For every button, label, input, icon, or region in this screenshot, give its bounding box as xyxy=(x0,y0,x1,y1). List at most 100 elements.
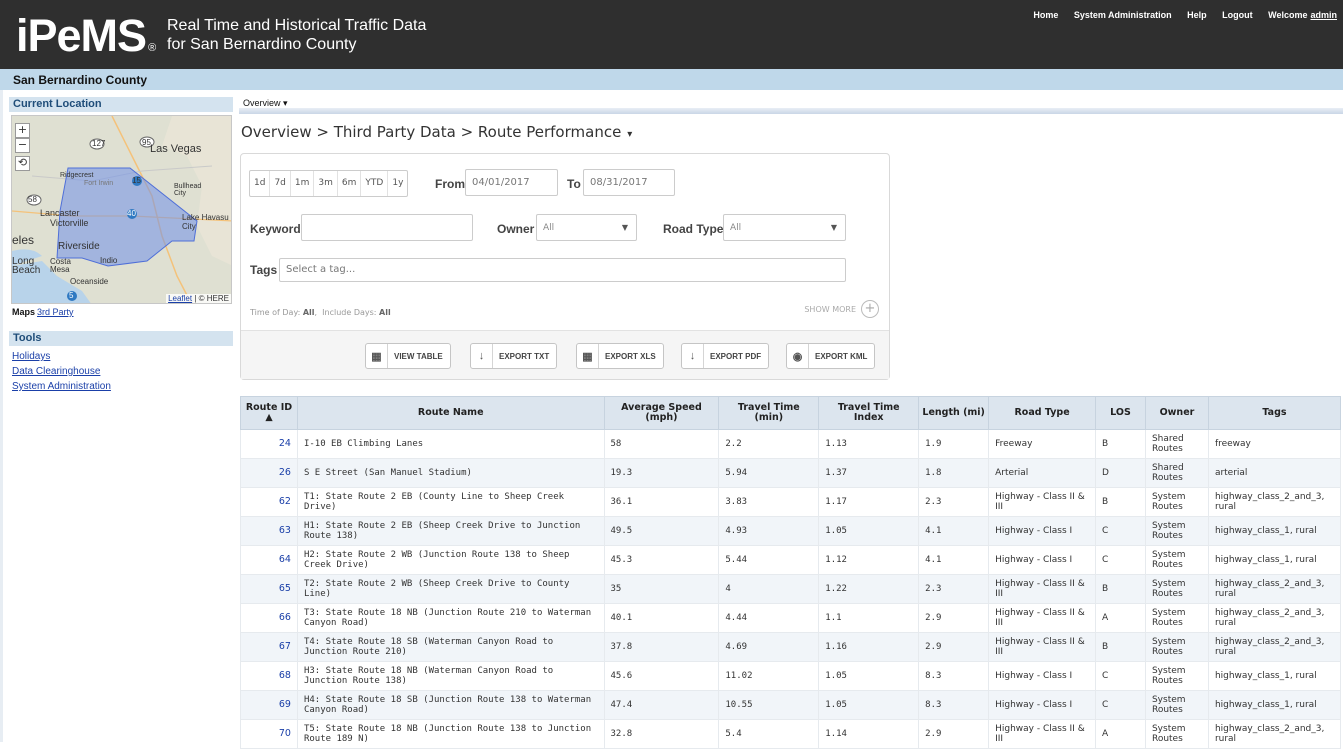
table-header-row: Route ID ▲ Route Name Average Speed (mph… xyxy=(240,396,1342,430)
county-title: San Bernardino County xyxy=(0,69,1343,90)
map-reset-icon[interactable]: ⟲ xyxy=(15,156,30,171)
table-row[interactable]: 66 T3: State Route 18 NB (Junction Route … xyxy=(240,603,1342,633)
table-row[interactable]: 24 I-10 EB Climbing Lanes 58 2.2 1.13 1.9 Free… xyxy=(240,429,1342,459)
column-header-route-id[interactable]: Route ID ▲ xyxy=(240,396,298,430)
sidebar: Current Location + − ⟲ 127 95 Las Vegas … xyxy=(0,90,238,742)
column-header-tags[interactable]: Tags xyxy=(1207,396,1342,430)
export-kml-button[interactable]: ◉ EXPORT KML xyxy=(786,343,876,369)
route-id-link[interactable]: 64 xyxy=(240,545,298,575)
time-filter-summary[interactable]: Time of Day: All, Include Days: All xyxy=(250,308,391,317)
table-cell-tt: 4.44 xyxy=(718,603,820,633)
table-row[interactable]: 26 S E Street (San Manuel Stadium) 19.3 5.9… xyxy=(240,458,1342,488)
table-cell-type: Highway - Class I xyxy=(988,661,1097,691)
table-cell-tti: 1.12 xyxy=(818,545,920,575)
table-cell-speed: 58 xyxy=(603,429,720,459)
keyword-label: Keyword xyxy=(250,222,301,236)
breadcrumb-caret-icon[interactable]: ▾ xyxy=(627,129,632,140)
route-id-link[interactable]: 68 xyxy=(240,661,298,691)
range-7d-button[interactable]: 7d xyxy=(270,171,291,196)
column-header-avg-speed[interactable]: Average Speed (mph) xyxy=(603,396,720,430)
location-map[interactable]: + − ⟲ 127 95 Las Vegas Ridgecrest Fort I… xyxy=(11,115,232,304)
route-id-link[interactable]: 69 xyxy=(240,690,298,720)
table-cell-owner: System Routes xyxy=(1144,632,1209,662)
range-1y-button[interactable]: 1y xyxy=(388,171,407,196)
site-tagline: Real Time and Historical Traffic Data fo… xyxy=(167,17,427,53)
tool-link-system-administration[interactable]: System Administration xyxy=(12,381,111,392)
tool-link-data-clearinghouse[interactable]: Data Clearinghouse xyxy=(12,366,100,377)
export-pdf-button[interactable]: ↓ EXPORT PDF xyxy=(681,343,770,369)
range-1m-button[interactable]: 1m xyxy=(291,171,315,196)
plus-icon: + xyxy=(861,300,879,318)
map-attribution: Leaflet | © HERE xyxy=(166,294,231,303)
table-cell-speed: 40.1 xyxy=(603,603,720,633)
welcome-text: Welcome xyxy=(1268,10,1308,20)
column-header-los[interactable]: LOS xyxy=(1095,396,1146,430)
table-cell-tti: 1.37 xyxy=(818,458,920,488)
table-cell-speed: 37.8 xyxy=(603,632,720,662)
table-row[interactable]: 67 T4: State Route 18 SB (Waterman Canyon… xyxy=(240,632,1342,662)
column-header-route-name[interactable]: Route Name xyxy=(296,396,605,430)
table-cell-name: S E Street (San Manuel Stadium) xyxy=(296,458,605,488)
table-row[interactable]: 68 H3: State Route 18 NB (Waterman Canyon… xyxy=(240,661,1342,691)
current-location-title: Current Location xyxy=(9,97,233,112)
nav-home-link[interactable]: Home xyxy=(1033,10,1058,20)
range-1d-button[interactable]: 1d xyxy=(250,171,271,196)
table-row[interactable]: 62 T1: State Route 2 EB (County Line to S… xyxy=(240,487,1342,517)
export-txt-button[interactable]: ↓ EXPORT TXT xyxy=(470,343,558,369)
table-cell-tti: 1.16 xyxy=(818,632,920,662)
route-id-link[interactable]: 65 xyxy=(240,574,298,604)
show-more-button[interactable]: SHOW MORE + xyxy=(804,300,879,318)
road-type-select[interactable]: All ▼ xyxy=(723,214,846,241)
route-id-link[interactable]: 62 xyxy=(240,487,298,517)
nav-sysadmin-link[interactable]: System Administration xyxy=(1074,10,1172,20)
table-cell-tags: highway_class_1, rural xyxy=(1207,661,1342,691)
table-row[interactable]: 70 T5: State Route 18 NB (Junction Route … xyxy=(240,719,1342,749)
table-cell-tt: 2.2 xyxy=(718,429,820,459)
table-cell-owner: System Routes xyxy=(1144,661,1209,691)
range-6m-button[interactable]: 6m xyxy=(338,171,362,196)
pems-logo[interactable]: iPeMS ® xyxy=(16,13,156,71)
table-row[interactable]: 69 H4: State Route 18 SB (Junction Route … xyxy=(240,690,1342,720)
view-table-button[interactable]: ▦ VIEW TABLE xyxy=(365,343,451,369)
export-xls-button[interactable]: ▦ EXPORT XLS xyxy=(576,343,664,369)
route-id-link[interactable]: 26 xyxy=(240,458,298,488)
leaflet-link[interactable]: Leaflet xyxy=(168,294,192,303)
table-cell-name: T5: State Route 18 NB (Junction Route 13… xyxy=(296,719,605,749)
route-id-link[interactable]: 63 xyxy=(240,516,298,546)
table-row[interactable]: 64 H2: State Route 2 WB (Junction Route 1… xyxy=(240,545,1342,575)
column-header-length[interactable]: Length (mi) xyxy=(918,396,990,430)
to-date-input[interactable]: 08/31/2017 xyxy=(583,169,675,196)
column-header-tti[interactable]: Travel Time Index xyxy=(818,396,920,430)
tags-input[interactable]: Select a tag... xyxy=(279,258,846,282)
map-zoom-out-button[interactable]: − xyxy=(15,138,30,153)
route-id-link[interactable]: 67 xyxy=(240,632,298,662)
range-ytd-button[interactable]: YTD xyxy=(361,171,389,196)
table-cell-los: B xyxy=(1095,487,1146,517)
table-cell-tags: highway_class_2_and_3, rural xyxy=(1207,632,1342,662)
table-row[interactable]: 65 T2: State Route 2 WB (Sheep Creek Driv… xyxy=(240,574,1342,604)
map-label: 5 xyxy=(69,291,74,300)
column-header-owner[interactable]: Owner xyxy=(1144,396,1209,430)
route-id-link[interactable]: 70 xyxy=(240,719,298,749)
map-zoom-in-button[interactable]: + xyxy=(15,123,30,138)
map-label: Bullhead City xyxy=(174,183,202,197)
table-cell-los: C xyxy=(1095,661,1146,691)
range-3m-button[interactable]: 3m xyxy=(314,171,338,196)
table-row[interactable]: 63 H1: State Route 2 EB (Sheep Creek Driv… xyxy=(240,516,1342,546)
table-cell-len: 2.3 xyxy=(918,487,990,517)
maps-3rd-party-link[interactable]: 3rd Party xyxy=(37,307,74,317)
nav-logout-link[interactable]: Logout xyxy=(1222,10,1253,20)
route-id-link[interactable]: 24 xyxy=(240,429,298,459)
nav-help-link[interactable]: Help xyxy=(1187,10,1207,20)
route-id-link[interactable]: 66 xyxy=(240,603,298,633)
keyword-input[interactable] xyxy=(301,214,473,241)
breadcrumb[interactable]: Overview > Third Party Data > Route Perf… xyxy=(241,123,632,141)
owner-select[interactable]: All ▼ xyxy=(536,214,637,241)
from-date-input[interactable]: 04/01/2017 xyxy=(465,169,558,196)
user-link[interactable]: admin xyxy=(1310,10,1337,20)
column-header-travel-time[interactable]: Travel Time (min) xyxy=(718,396,820,430)
column-header-road-type[interactable]: Road Type xyxy=(988,396,1097,430)
table-cell-tt: 5.94 xyxy=(718,458,820,488)
tool-link-holidays[interactable]: Holidays xyxy=(12,351,50,362)
table-cell-tt: 4 xyxy=(718,574,820,604)
